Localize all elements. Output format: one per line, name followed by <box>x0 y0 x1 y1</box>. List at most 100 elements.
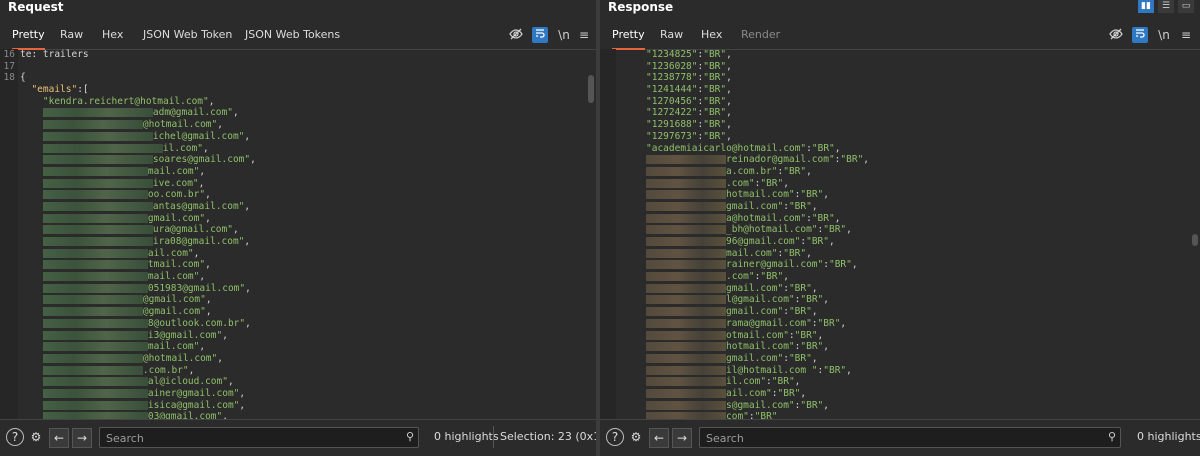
json-string: "BR" <box>800 399 824 411</box>
code-line: "academiaicarlo@hotmail.com":"BR", <box>646 143 1186 155</box>
json-string: ail.com" <box>147 247 194 259</box>
search-input[interactable] <box>104 429 379 447</box>
code-line: _bh@hotmail.com":"BR", <box>646 224 1186 236</box>
single-pane-layout-icon[interactable]: ▭ <box>1178 0 1194 13</box>
tab-render[interactable]: Render <box>741 22 780 48</box>
word-wrap-icon[interactable] <box>1132 27 1148 43</box>
line-number <box>0 341 18 353</box>
json-punctuation: , <box>846 224 852 236</box>
line-number <box>0 365 18 377</box>
highlights-count: 0 highlights <box>1137 430 1200 443</box>
search-icon[interactable]: ⚲ <box>406 430 414 443</box>
json-string: "BR" <box>703 130 727 142</box>
redacted-block <box>646 225 726 235</box>
response-editor[interactable]: "1234825":"BR", "1236028":"BR", "1238778":… <box>600 49 1200 419</box>
redacted-block <box>646 307 726 317</box>
search-input[interactable] <box>704 429 1065 447</box>
tab-hex[interactable]: Hex <box>701 22 722 48</box>
request-title: Request <box>8 0 64 14</box>
redacted-block <box>646 213 726 223</box>
code-line: al@icloud.com", <box>20 376 582 388</box>
word-wrap-icon[interactable] <box>532 27 548 43</box>
json-punctuation: , <box>244 130 251 142</box>
json-string: hotmail.com" <box>726 189 795 201</box>
json-punctuation: , <box>244 236 251 247</box>
tab-pretty[interactable]: Pretty <box>12 22 45 50</box>
json-string: "BR" <box>811 212 835 224</box>
json-string: "BR" <box>800 341 824 353</box>
json-string: "BR" <box>828 259 852 271</box>
line-number-gutter: 16 17 18 <box>0 49 18 419</box>
response-pane: Response ▮▮ ☰ ▭ Pretty Raw Hex Render \n… <box>600 0 1200 456</box>
side-by-side-layout-icon[interactable]: ▮▮ <box>1138 0 1154 13</box>
redacted-block <box>646 237 726 246</box>
json-punctuation: , <box>199 165 206 177</box>
code-line: .com.br", <box>20 365 582 377</box>
json-punctuation: , <box>851 259 858 271</box>
code-line: "kendra.reichert@hotmail.com", <box>20 96 582 108</box>
json-string: "BR" <box>754 411 778 419</box>
redacted-block <box>42 260 148 270</box>
code-line: mail.com", <box>20 271 582 283</box>
eye-off-icon[interactable] <box>1108 27 1124 43</box>
tab-json-web-token[interactable]: JSON Web Token <box>143 22 232 48</box>
help-icon[interactable]: ? <box>606 428 624 446</box>
menu-icon[interactable]: ≡ <box>1178 27 1194 43</box>
json-string: "BR" <box>788 352 812 364</box>
tab-pretty[interactable]: Pretty <box>612 22 645 50</box>
tab-raw[interactable]: Raw <box>660 22 683 48</box>
json-string: "BR" <box>811 142 835 154</box>
back-arrow-icon[interactable]: ← <box>649 428 669 448</box>
json-string: "1291688" <box>646 119 698 131</box>
json-string: isica@gmail.com" <box>147 399 240 411</box>
gear-icon[interactable]: ⚙ <box>27 428 45 446</box>
redacted-block <box>42 342 148 352</box>
request-code: te: trailers { "emails":[ "kendra.reicher… <box>20 49 582 419</box>
json-string: antas@gmail.com" <box>152 200 245 212</box>
line-number <box>0 283 18 295</box>
redacted-block <box>42 318 148 328</box>
line-number <box>0 166 18 178</box>
menu-icon[interactable]: ≡ <box>576 27 592 43</box>
search-icon[interactable]: ⚲ <box>1108 430 1116 443</box>
redacted-block <box>42 248 148 258</box>
json-string: "BR" <box>788 306 812 318</box>
request-footer: ? ⚙ ← → ⚲ 0 highlights Selection: 23 (0x… <box>0 419 596 456</box>
forward-arrow-icon[interactable]: → <box>672 428 692 448</box>
redacted-block <box>646 412 726 419</box>
code-line: ainer@gmail.com", <box>20 388 582 400</box>
json-string: 03@gmail.com" <box>147 411 223 419</box>
line-number <box>0 259 18 271</box>
newline-icon[interactable]: \n <box>1156 27 1172 43</box>
response-scrollbar[interactable] <box>1192 234 1198 246</box>
json-punctuation: , <box>193 247 200 259</box>
tab-json-web-tokens[interactable]: JSON Web Tokens <box>245 22 340 48</box>
code-text: { <box>20 72 26 84</box>
redacted-block <box>42 388 148 398</box>
back-arrow-icon[interactable]: ← <box>49 428 69 448</box>
redacted-block <box>646 260 726 270</box>
json-string: "BR" <box>777 387 801 399</box>
stacked-layout-icon[interactable]: ☰ <box>1158 0 1174 13</box>
json-string: gmail.com" <box>726 306 784 318</box>
request-pane: Request Pretty Raw Hex JSON Web Token JS… <box>0 0 596 456</box>
tab-hex[interactable]: Hex <box>102 22 123 48</box>
code-line: @hotmail.com", <box>20 353 582 365</box>
gear-icon[interactable]: ⚙ <box>627 428 645 446</box>
request-scrollbar[interactable] <box>588 75 594 103</box>
forward-arrow-icon[interactable]: → <box>72 428 92 448</box>
newline-icon[interactable]: \n <box>556 27 572 43</box>
json-string: "1238778" <box>646 72 698 84</box>
code-line: otmail.com":"BR", <box>646 330 1186 342</box>
eye-off-icon[interactable] <box>508 27 524 43</box>
request-editor[interactable]: 16 17 18 te: trailers { "emails":[ "kendra.… <box>0 49 596 419</box>
code-line: mail.com", <box>20 166 582 178</box>
json-string: al@icloud.com" <box>147 376 228 388</box>
redacted-block <box>646 178 726 188</box>
help-icon[interactable]: ? <box>6 428 24 446</box>
tab-raw[interactable]: Raw <box>60 22 83 48</box>
json-key: "emails" <box>20 84 78 96</box>
code-line: il@hotmail.com ":"BR", <box>646 365 1186 377</box>
json-string: @hotmail.com" <box>142 119 218 131</box>
json-string: "BR" <box>800 189 824 201</box>
